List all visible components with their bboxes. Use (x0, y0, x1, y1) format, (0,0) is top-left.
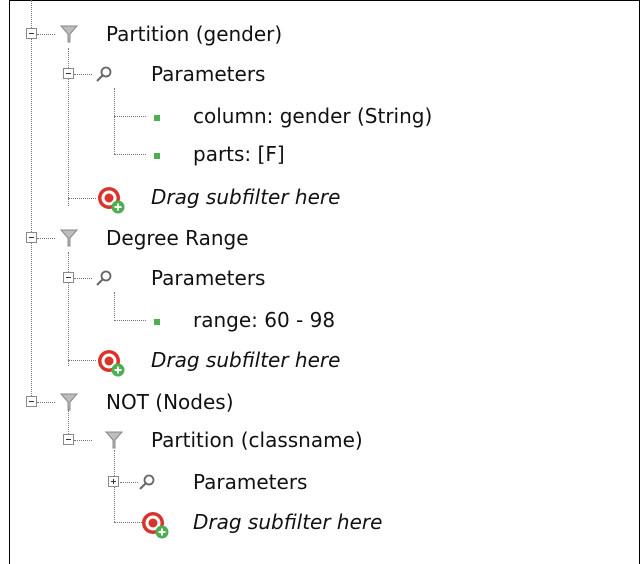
tree-row[interactable]: Drag subfilter here (0, 340, 640, 381)
tree-row[interactable]: Parameters (0, 258, 640, 299)
collapse-toggle-icon[interactable] (26, 396, 37, 407)
expand-toggle-icon[interactable] (108, 476, 119, 487)
tree-row[interactable]: column: gender (String) (0, 96, 640, 137)
tree-row[interactable]: Parameters (0, 462, 640, 503)
tree-row[interactable]: parts: [F] (0, 134, 640, 175)
target-add-icon (98, 187, 125, 214)
filter-icon (104, 431, 124, 449)
tree-row[interactable]: NOT (Nodes) (0, 382, 640, 423)
collapse-toggle-icon[interactable] (63, 272, 74, 283)
parameter-dot-icon (154, 115, 160, 121)
tree-row[interactable]: Drag subfilter here (0, 177, 640, 218)
tree-node-label: Parameters (151, 62, 266, 86)
parameters-icon (96, 270, 112, 286)
tree-row[interactable]: Drag subfilter here (0, 502, 640, 543)
tree-row[interactable]: Partition (gender) (0, 14, 640, 55)
tree-node-label: parts: [F] (193, 142, 285, 166)
filter-tree: Partition (gender) Parameters column: ge… (0, 0, 642, 564)
tree-node-label: range: 60 - 98 (193, 308, 336, 332)
tree-node-label: Drag subfilter here (193, 510, 383, 534)
collapse-toggle-icon[interactable] (63, 434, 74, 445)
tree-node-label: Degree Range (106, 226, 249, 250)
parameter-dot-icon (154, 319, 160, 325)
parameters-icon (139, 474, 155, 490)
parameter-dot-icon (154, 153, 160, 159)
tree-node-label: Partition (gender) (106, 22, 283, 46)
filter-icon (59, 229, 79, 247)
tree-node-label: Parameters (193, 470, 308, 494)
target-add-icon (98, 350, 125, 377)
parameters-icon (96, 66, 112, 82)
tree-row[interactable]: range: 60 - 98 (0, 300, 640, 341)
collapse-toggle-icon[interactable] (26, 28, 37, 39)
tree-row[interactable]: Parameters (0, 54, 640, 95)
filter-icon (59, 25, 79, 43)
tree-row[interactable]: Degree Range (0, 218, 640, 259)
tree-node-label: NOT (Nodes) (106, 390, 234, 414)
tree-node-label: Drag subfilter here (151, 348, 341, 372)
tree-node-label: Parameters (151, 266, 266, 290)
tree-node-label: Drag subfilter here (151, 185, 341, 209)
collapse-toggle-icon[interactable] (63, 68, 74, 79)
tree-node-label: Partition (classname) (151, 428, 363, 452)
filter-icon (59, 393, 79, 411)
tree-node-label: column: gender (String) (193, 104, 433, 128)
tree-row[interactable]: Partition (classname) (0, 420, 640, 461)
target-add-icon (142, 512, 169, 539)
collapse-toggle-icon[interactable] (26, 232, 37, 243)
